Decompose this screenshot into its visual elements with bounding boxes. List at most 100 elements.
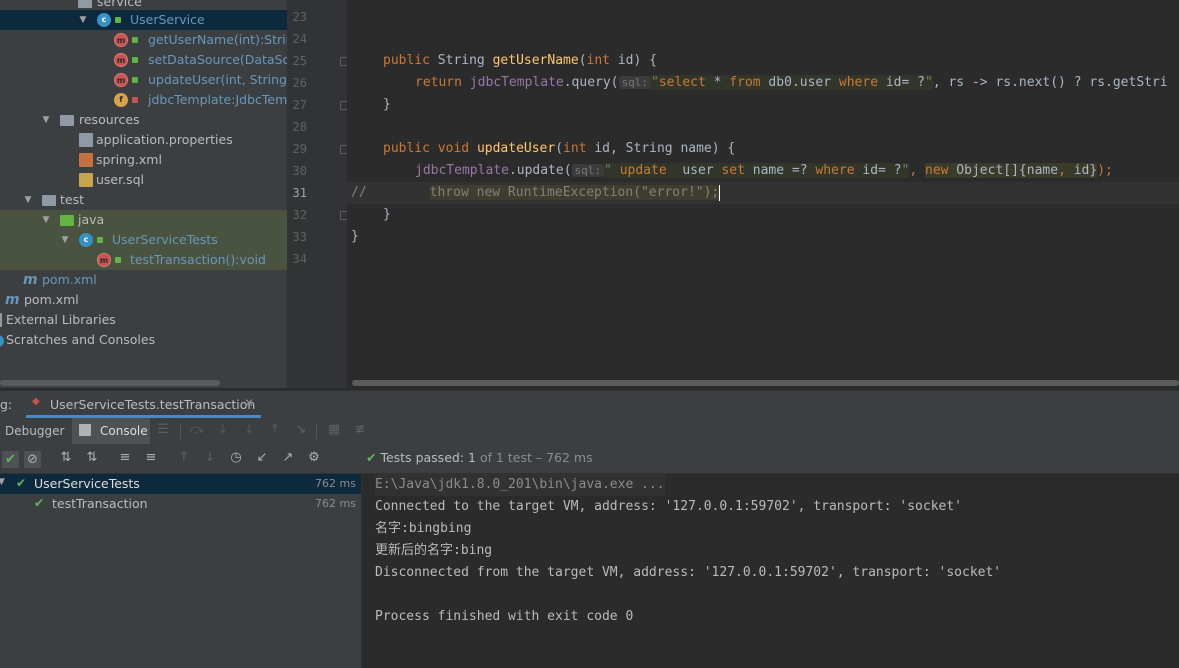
sort-alphabetically-icon[interactable]: ⇅	[59, 451, 73, 465]
lock-icon	[132, 97, 138, 103]
console-output[interactable]: E:\Java\jdk1.8.0_201\bin\java.exe ... Co…	[362, 474, 1179, 668]
run-tool-window-header: g: ◆ UserServiceTests.testTransaction ✕	[0, 390, 1179, 418]
console-line: Connected to the target VM, address: '12…	[375, 499, 962, 514]
code-line-29: public void updateUser(int id, String na…	[383, 141, 736, 156]
tool-window-title: g:	[0, 397, 13, 412]
tree-item-resources[interactable]: ▼ resources	[0, 110, 287, 130]
sql-file-icon	[79, 173, 93, 187]
libraries-icon	[0, 313, 2, 327]
chevron-down-icon[interactable]: ▼	[0, 477, 5, 487]
debug-toolbar: Debugger Console ☰ ⤼ ⤓ ⤓ ⤒ ↘ ▦ ≢	[0, 418, 1179, 444]
sql-parameter-hint: sql:	[571, 164, 605, 177]
menu-icon[interactable]: ☰	[156, 423, 170, 437]
console-line: 名字:bingbing	[375, 521, 472, 536]
line-number: 24	[292, 32, 307, 46]
code-line-31: //throw new RuntimeException("error!");	[347, 182, 1179, 204]
project-tree: service ▼ c UserService m getUserName(in…	[0, 0, 287, 388]
test-results-tree: ▼ ✔ UserServiceTests 762 ms ✔ testTransa…	[0, 474, 362, 668]
editor-gutter: 23 24 26 25 27 28 29 30 31 32 33 34	[287, 0, 349, 388]
code-line-30: jdbcTemplate.update(sql: " update user se…	[415, 163, 1113, 178]
evaluate-icon[interactable]: ▦	[327, 423, 341, 437]
test-case-row[interactable]: ✔ testTransaction 762 ms	[0, 494, 361, 514]
method-icon: m	[114, 73, 128, 87]
lock-icon	[115, 17, 121, 23]
console-line: E:\Java\jdk1.8.0_201\bin\java.exe ...	[375, 474, 665, 496]
sort-by-duration-icon[interactable]: ⇅	[85, 451, 99, 465]
run-config-icon: ◆	[32, 396, 40, 407]
test-suite-row[interactable]: ▼ ✔ UserServiceTests 762 ms	[0, 474, 361, 494]
tree-item-java[interactable]: ▼ java	[0, 210, 287, 230]
tree-item-userservice[interactable]: ▼ c UserService	[0, 10, 287, 30]
lock-icon	[132, 37, 138, 43]
tree-item-pom-root[interactable]: m pom.xml	[0, 290, 287, 310]
tree-item-scratches[interactable]: Scratches and Consoles	[0, 330, 287, 350]
chevron-down-icon[interactable]: ▼	[59, 230, 71, 250]
previous-test-icon[interactable]: ↑	[177, 451, 191, 465]
run-to-cursor-icon[interactable]: ↘	[294, 423, 308, 437]
tree-item-jdbctemplate[interactable]: f jdbcTemplate:JdbcTemp	[0, 90, 287, 110]
step-over-icon[interactable]: ⤼	[190, 423, 204, 437]
next-test-icon[interactable]: ↓	[203, 451, 217, 465]
expand-all-icon[interactable]: ≡	[118, 451, 132, 465]
tree-item-external-libraries[interactable]: External Libraries	[0, 310, 287, 330]
force-step-into-icon[interactable]: ⤓	[242, 423, 256, 437]
chevron-down-icon[interactable]: ▼	[40, 210, 52, 230]
lock-icon	[132, 57, 138, 63]
tree-item-setdatasource[interactable]: m setDataSource(DataSou	[0, 50, 287, 70]
code-line-33: }	[351, 229, 359, 244]
chevron-down-icon[interactable]: ▼	[40, 110, 52, 130]
tree-item-test[interactable]: ▼ test	[0, 190, 287, 210]
chevron-down-icon[interactable]: ▼	[77, 10, 89, 30]
line-number: 26	[292, 76, 307, 90]
toolbar-separator	[180, 423, 181, 439]
run-config-tab[interactable]: ◆ UserServiceTests.testTransaction ✕	[26, 391, 261, 418]
method-icon: m	[97, 253, 111, 267]
import-tests-icon[interactable]: ↙	[255, 451, 269, 465]
line-number: 23	[292, 10, 307, 24]
show-passed-icon[interactable]: ✔	[2, 451, 19, 468]
code-line-25: public String getUserName(int id) {	[383, 53, 657, 68]
code-editor[interactable]: public String getUserName(int id) { retu…	[347, 0, 1179, 388]
maven-icon: m	[5, 292, 20, 308]
text-caret	[719, 184, 721, 201]
code-line-27: }	[383, 97, 391, 112]
tree-item-updateuser[interactable]: m updateUser(int, String):v	[0, 70, 287, 90]
tree-item-getusername[interactable]: m getUserName(int):String	[0, 30, 287, 50]
step-out-icon[interactable]: ⤒	[268, 423, 282, 437]
code-line-26: return jdbcTemplate.query(sql: "select * …	[415, 75, 1168, 90]
tab-debugger[interactable]: Debugger	[0, 418, 70, 444]
line-number: 30	[292, 164, 307, 178]
show-ignored-icon[interactable]: ⊘	[24, 451, 41, 468]
editor-horizontal-scrollbar[interactable]	[352, 380, 1179, 386]
tree-item-testtransaction[interactable]: m testTransaction():void	[0, 250, 287, 270]
tree-item-user-sql[interactable]: user.sql	[0, 170, 287, 190]
tree-item-userservicetests[interactable]: ▼ c UserServiceTests	[0, 230, 287, 250]
line-number: 34	[292, 252, 307, 266]
toolbar-separator	[316, 423, 317, 439]
test-history-icon[interactable]: ◷	[229, 451, 243, 465]
check-icon: ✔	[16, 476, 27, 490]
step-into-icon[interactable]: ⤓	[216, 423, 230, 437]
collapse-all-icon[interactable]: ≡	[144, 451, 158, 465]
line-number: 29	[292, 142, 307, 156]
maven-icon: m	[23, 272, 38, 288]
tab-console[interactable]: Console	[72, 418, 150, 444]
class-icon: c	[97, 13, 111, 27]
tree-item-application-properties[interactable]: application.properties	[0, 130, 287, 150]
tree-item-spring-xml[interactable]: spring.xml	[0, 150, 287, 170]
class-icon: c	[79, 233, 93, 247]
folder-icon	[60, 115, 74, 126]
trace-icon[interactable]: ≢	[353, 423, 367, 437]
method-icon: m	[114, 33, 128, 47]
properties-file-icon	[79, 133, 93, 147]
code-line-32: }	[383, 207, 391, 222]
close-icon[interactable]: ✕	[244, 396, 254, 410]
tree-horizontal-scrollbar[interactable]	[0, 380, 220, 386]
gear-icon[interactable]: ⚙	[307, 451, 321, 465]
export-tests-icon[interactable]: ↗	[281, 451, 295, 465]
check-icon: ✔	[366, 450, 377, 465]
line-number: 33	[292, 230, 307, 244]
console-icon	[79, 424, 91, 436]
chevron-down-icon[interactable]: ▼	[22, 190, 34, 210]
tree-item-pom-inner[interactable]: m pom.xml	[0, 270, 287, 290]
